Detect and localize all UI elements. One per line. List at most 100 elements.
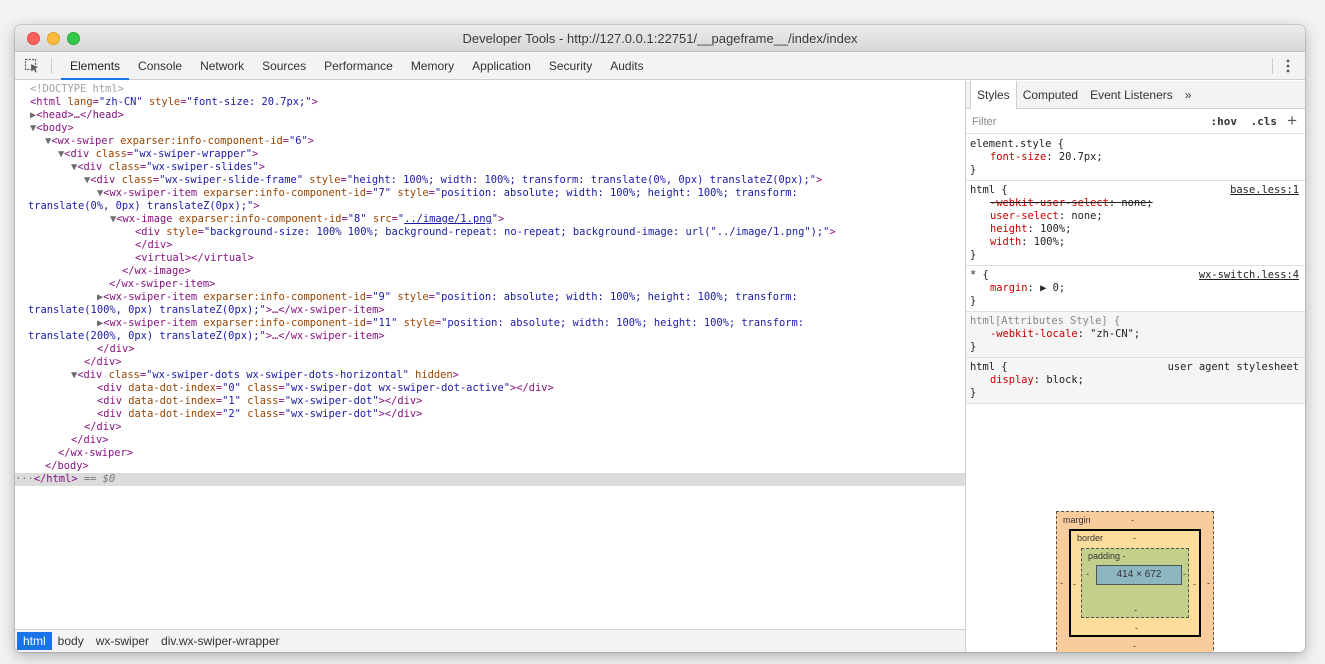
dom-line[interactable]: <div style="background-size: 100% 100%; …	[15, 226, 965, 239]
dom-line-wrap: translate(100%, 0px) translateZ(0px);">……	[28, 304, 385, 316]
hover-state-toggle[interactable]: :hov	[1211, 115, 1238, 128]
dom-line[interactable]: </div>	[15, 239, 965, 252]
rule-close: }	[970, 164, 977, 176]
dom-line[interactable]: <virtual></virtual>	[15, 252, 965, 265]
rule-source-link[interactable]: base.less:1	[1230, 184, 1299, 197]
tab-performance[interactable]: Performance	[315, 52, 402, 80]
class-toggle[interactable]: .cls	[1251, 115, 1278, 128]
breadcrumb: html body wx-swiper div.wx-swiper-wrappe…	[15, 629, 965, 652]
dom-line[interactable]: ▼<div class="wx-swiper-wrapper">	[15, 148, 965, 161]
box-model-border[interactable]: border - - - - padding - - - - 414 × 672	[1069, 529, 1201, 637]
rule-selector[interactable]: html[Attributes Style] {	[966, 315, 1305, 328]
margin-right-value: -	[1207, 578, 1210, 588]
tab-application[interactable]: Application	[463, 52, 540, 80]
dom-line[interactable]: </div>	[15, 356, 965, 369]
padding-left-value: -	[1086, 569, 1089, 579]
toolbar-separator	[51, 58, 52, 74]
tab-memory[interactable]: Memory	[402, 52, 463, 80]
style-rules: element.style { font-size: 20.7px; } htm…	[966, 135, 1305, 404]
dom-line[interactable]: <div data-dot-index="2" class="wx-swiper…	[15, 408, 965, 421]
border-right-value: -	[1193, 579, 1196, 589]
dom-line[interactable]: ▼<wx-swiper-item exparser:info-component…	[15, 187, 965, 200]
breadcrumb-html[interactable]: html	[17, 632, 52, 650]
rule-property[interactable]: height: 100%;	[966, 223, 1305, 236]
devtools-window: Developer Tools - http://127.0.0.1:22751…	[15, 25, 1305, 652]
image-src-link[interactable]: ../image/1.png	[404, 213, 492, 225]
tab-security[interactable]: Security	[540, 52, 601, 80]
dom-line[interactable]: <!DOCTYPE html>	[15, 83, 965, 96]
dom-line[interactable]: </wx-image>	[15, 265, 965, 278]
style-rule-universal: * {wx-switch.less:4 margin: ▶ 0; }	[966, 266, 1305, 312]
dom-line[interactable]: ▼<div class="wx-swiper-slides">	[15, 161, 965, 174]
box-model-padding[interactable]: padding - - - - 414 × 672	[1081, 548, 1189, 618]
dom-line[interactable]: </body>	[15, 460, 965, 473]
style-rule-user-agent: html {user agent stylesheet display: blo…	[966, 358, 1305, 404]
style-rule-attributes: html[Attributes Style] { -webkit-locale:…	[966, 312, 1305, 358]
styles-sidebar: Styles Computed Event Listeners » :hov .…	[965, 81, 1305, 652]
rule-property[interactable]: font-size: 20.7px;	[966, 151, 1305, 164]
rule-property[interactable]: display: block;	[966, 374, 1305, 387]
breadcrumb-wx-swiper[interactable]: wx-swiper	[90, 632, 155, 650]
dom-line[interactable]: ▼<div class="wx-swiper-dots wx-swiper-do…	[15, 369, 965, 382]
rule-close: }	[970, 295, 977, 307]
margin-left-value: -	[1060, 578, 1063, 588]
tab-network[interactable]: Network	[191, 52, 253, 80]
rule-source-link[interactable]: wx-switch.less:4	[1199, 269, 1299, 282]
dom-line[interactable]: ▶<wx-swiper-item exparser:info-component…	[15, 317, 965, 330]
dom-line[interactable]: <div data-dot-index="1" class="wx-swiper…	[15, 395, 965, 408]
more-tabs-icon[interactable]: »	[1179, 81, 1198, 108]
dom-tree: <!DOCTYPE html> <html lang="zh-CN" style…	[15, 81, 965, 629]
rule-property[interactable]: width: 100%;	[966, 236, 1305, 249]
padding-label: padding -	[1088, 551, 1126, 561]
dom-line[interactable]: </div>	[15, 434, 965, 447]
border-label: border	[1077, 533, 1104, 543]
filter-bar: :hov .cls +	[966, 110, 1305, 134]
more-options-icon[interactable]	[1285, 58, 1291, 74]
dom-line[interactable]: ▼<wx-swiper exparser:info-component-id="…	[15, 135, 965, 148]
dom-line-wrap: translate(0%, 0px) translateZ(0px);">	[28, 200, 260, 212]
rule-selector[interactable]: html {user agent stylesheet	[966, 361, 1305, 374]
tab-event-listeners[interactable]: Event Listeners	[1084, 81, 1179, 108]
dom-line[interactable]: <html lang="zh-CN" style="font-size: 20.…	[15, 96, 965, 109]
padding-bottom-value: -	[1134, 605, 1137, 615]
dom-line[interactable]: ▼<div class="wx-swiper-slide-frame" styl…	[15, 174, 965, 187]
new-rule-icon[interactable]: +	[1287, 111, 1297, 131]
rule-property-overridden[interactable]: -webkit-user-select: none;	[966, 197, 1305, 210]
border-top-value: -	[1133, 533, 1136, 543]
rule-property[interactable]: -webkit-locale: "zh-CN";	[966, 328, 1305, 341]
dom-line-wrap: translate(200%, 0px) translateZ(0px);">……	[28, 330, 385, 342]
tab-computed[interactable]: Computed	[1017, 81, 1084, 108]
margin-label: margin	[1063, 515, 1091, 525]
tab-console[interactable]: Console	[129, 52, 191, 80]
tab-elements[interactable]: Elements	[61, 52, 130, 80]
tab-audits[interactable]: Audits	[601, 52, 652, 80]
dom-line[interactable]: </wx-swiper-item>	[15, 278, 965, 291]
styles-filter-input[interactable]	[972, 116, 1152, 128]
box-model-margin[interactable]: margin - - - - border - - - - padding - …	[1056, 511, 1214, 652]
box-model-content[interactable]: 414 × 672	[1096, 565, 1182, 585]
dom-line[interactable]: <div data-dot-index="0" class="wx-swiper…	[15, 382, 965, 395]
rule-selector[interactable]: * {wx-switch.less:4	[966, 269, 1305, 282]
rule-selector[interactable]: element.style {	[966, 138, 1305, 151]
dom-line-selected[interactable]: ···</html> == $0	[15, 473, 965, 486]
sidebar-tabs: Styles Computed Event Listeners »	[966, 81, 1305, 109]
breadcrumb-body[interactable]: body	[52, 632, 90, 650]
inspect-element-icon[interactable]	[24, 58, 40, 74]
dom-line[interactable]: </wx-swiper>	[15, 447, 965, 460]
tab-styles[interactable]: Styles	[970, 81, 1017, 109]
dom-line[interactable]: </div>	[15, 343, 965, 356]
rule-property[interactable]: margin: ▶ 0;	[966, 282, 1305, 295]
dom-line[interactable]: </div>	[15, 421, 965, 434]
ellipsis-icon[interactable]: ···	[15, 473, 34, 485]
dom-line[interactable]: ▶<wx-swiper-item exparser:info-component…	[15, 291, 965, 304]
rule-selector[interactable]: html {base.less:1	[966, 184, 1305, 197]
devtools-toolbar: Elements Console Network Sources Perform…	[15, 52, 1305, 80]
breadcrumb-swiper-wrapper[interactable]: div.wx-swiper-wrapper	[155, 632, 285, 650]
dom-line[interactable]: ▼<body>	[15, 122, 965, 135]
dom-line[interactable]: ▼<wx-image exparser:info-component-id="8…	[15, 213, 965, 226]
padding-right-value: -	[1183, 569, 1186, 579]
tab-sources[interactable]: Sources	[253, 52, 315, 80]
margin-bottom-value: -	[1133, 641, 1136, 651]
dom-line[interactable]: ▶<head>…</head>	[15, 109, 965, 122]
rule-property[interactable]: user-select: none;	[966, 210, 1305, 223]
